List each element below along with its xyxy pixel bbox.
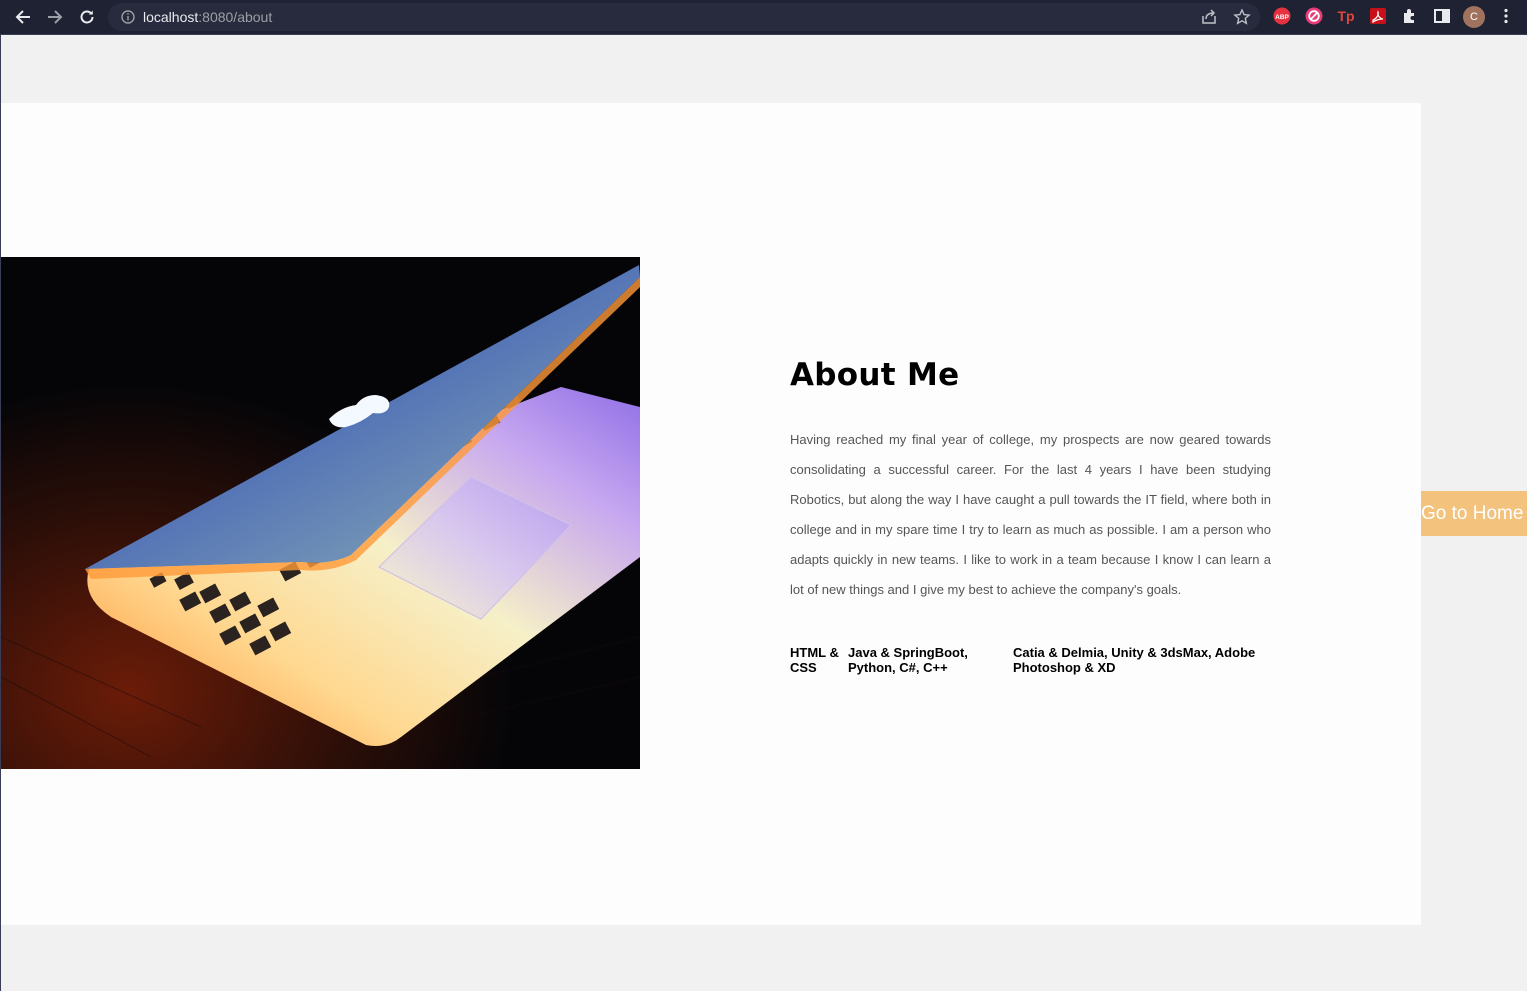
svg-text:ABP: ABP xyxy=(1275,14,1289,21)
menu-kebab-icon[interactable] xyxy=(1497,7,1515,25)
reload-icon[interactable] xyxy=(76,6,98,28)
skill-item-design-tools: Catia & Delmia, Unity & 3dsMax, Adobe Ph… xyxy=(1013,645,1256,675)
url-host: localhost xyxy=(143,9,199,25)
go-to-home-button[interactable]: Go to Home xyxy=(1421,491,1527,536)
back-icon[interactable] xyxy=(12,6,34,28)
about-title: About Me xyxy=(790,357,960,393)
tp-icon[interactable]: Tp xyxy=(1337,7,1355,25)
acrobat-icon[interactable] xyxy=(1369,7,1387,25)
skill-item-web: HTML & CSS xyxy=(790,645,839,675)
bookmark-star-icon[interactable] xyxy=(1233,8,1251,26)
block-icon[interactable] xyxy=(1305,7,1323,25)
extensions-puzzle-icon[interactable] xyxy=(1401,7,1419,25)
skill-item-programming: Java & SpringBoot, Python, C#, C++ xyxy=(848,645,968,675)
url-text: localhost:8080/about xyxy=(143,9,272,25)
laptop-photo xyxy=(1,257,640,769)
profile-avatar[interactable]: C xyxy=(1463,6,1485,28)
site-info-icon[interactable] xyxy=(120,9,136,25)
svg-text:Tp: Tp xyxy=(1337,8,1354,24)
about-section: About Me Having reached my final year of… xyxy=(1,103,1421,925)
abp-icon[interactable]: ABP xyxy=(1273,7,1291,25)
forward-icon[interactable] xyxy=(44,6,66,28)
share-icon[interactable] xyxy=(1200,8,1218,26)
browser-toolbar: localhost:8080/about ABP Tp C xyxy=(0,0,1527,35)
url-path: :8080/about xyxy=(198,9,273,25)
address-bar[interactable]: localhost:8080/about xyxy=(108,3,1260,31)
side-panel-icon[interactable] xyxy=(1433,7,1451,25)
about-paragraph: Having reached my final year of college,… xyxy=(790,432,1271,597)
